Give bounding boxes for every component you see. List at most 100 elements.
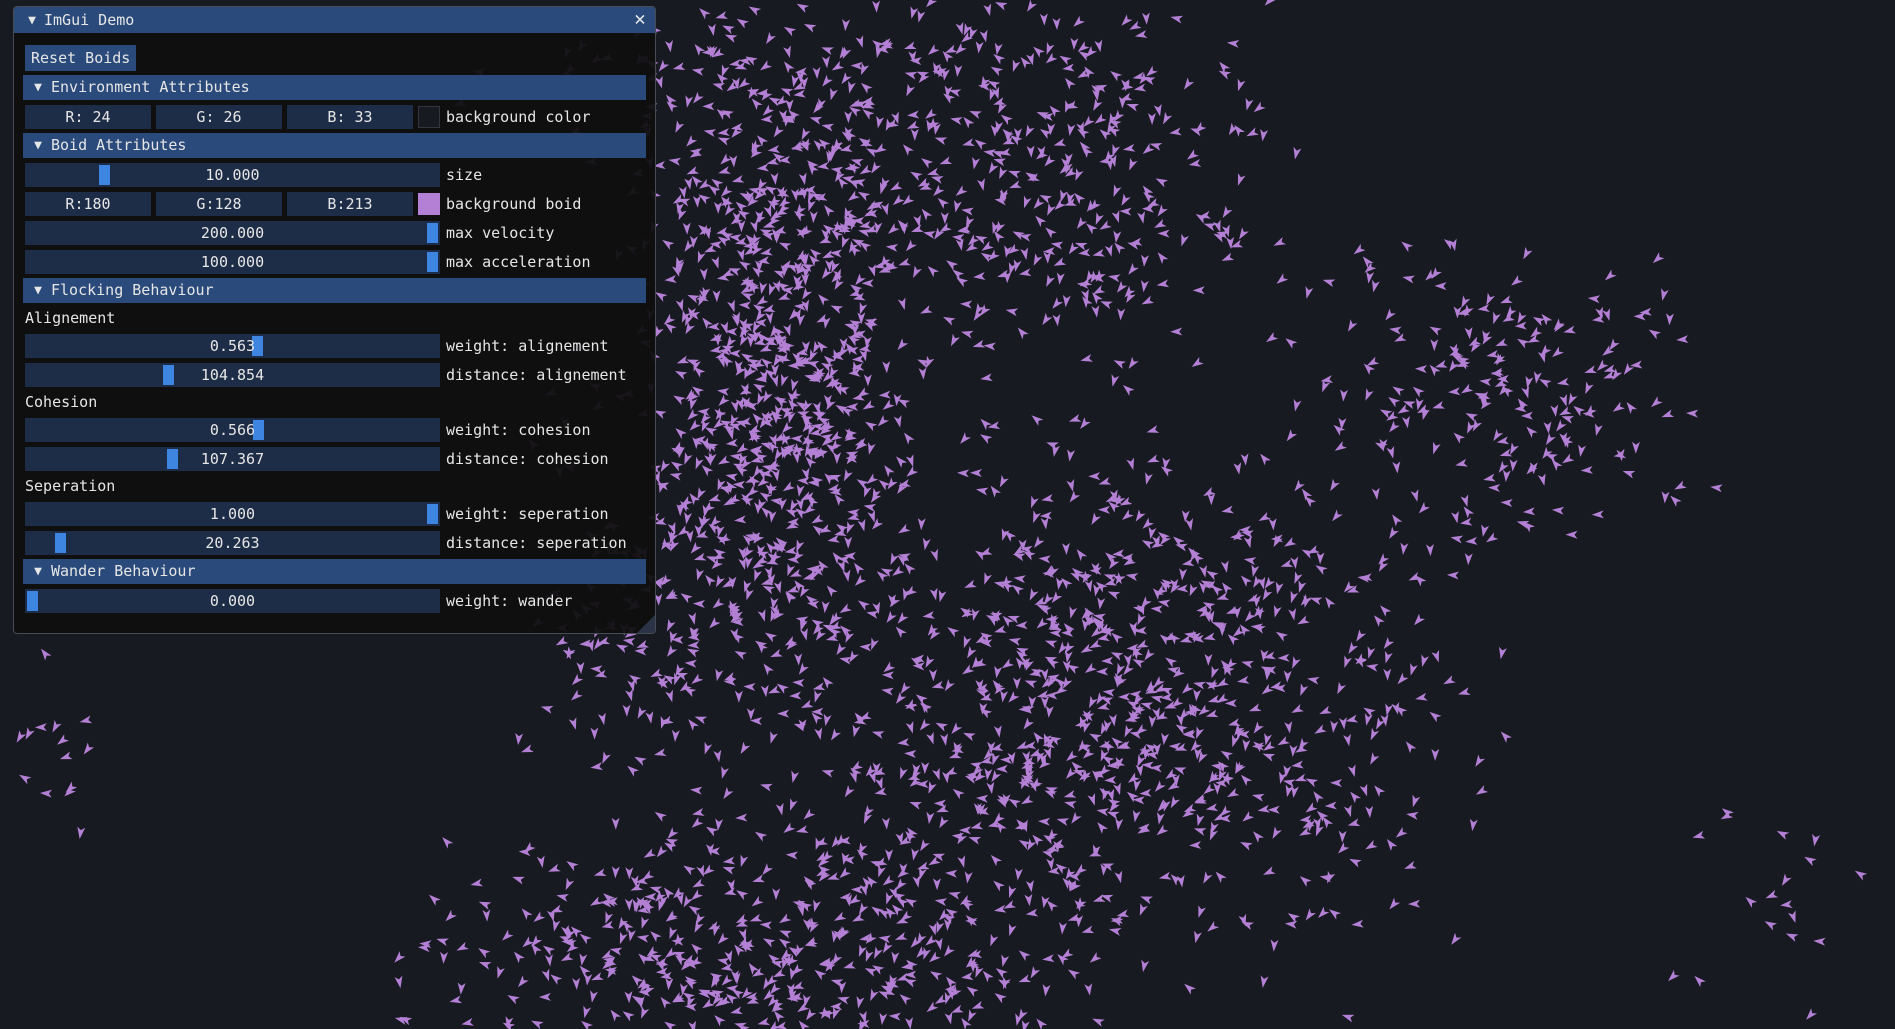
boid-r-field[interactable]: R:180 xyxy=(25,191,151,216)
boid xyxy=(605,911,614,924)
weight-cohesion-slider[interactable]: 0.566 xyxy=(25,417,440,442)
max-velocity-slider[interactable]: 200.000 xyxy=(25,220,440,245)
boid xyxy=(1108,713,1117,727)
boid xyxy=(1373,615,1385,627)
env-color-swatch[interactable] xyxy=(418,105,440,128)
weight-wander-slider[interactable]: 0.000 xyxy=(25,588,440,613)
boid xyxy=(821,123,835,132)
boid xyxy=(721,766,729,779)
boid xyxy=(1226,236,1235,250)
boid xyxy=(1545,432,1556,446)
boid xyxy=(1029,588,1039,601)
boid xyxy=(1122,143,1136,152)
max-acceleration-slider[interactable]: 100.000 xyxy=(25,249,440,274)
boid xyxy=(764,632,778,643)
env-g-field[interactable]: G: 26 xyxy=(156,104,282,129)
boid xyxy=(436,938,449,947)
env-b-field[interactable]: B: 33 xyxy=(287,104,413,129)
boid xyxy=(1111,374,1120,387)
boid xyxy=(702,102,715,111)
boid xyxy=(943,316,956,326)
boid xyxy=(1459,517,1473,526)
boid xyxy=(703,129,717,138)
boid xyxy=(994,625,1007,633)
boid xyxy=(1133,83,1147,92)
boid-b-field[interactable]: B:213 xyxy=(287,191,413,216)
distance-alignment-slider[interactable]: 104.854 xyxy=(25,362,440,387)
section-flocking-behaviour[interactable]: ▼ Flocking Behaviour xyxy=(23,278,646,303)
boid xyxy=(970,821,984,830)
boid xyxy=(882,940,893,954)
boid xyxy=(929,669,938,682)
boid xyxy=(972,339,986,348)
boid xyxy=(775,802,784,816)
boid xyxy=(1045,52,1058,64)
boid xyxy=(782,481,796,492)
boid xyxy=(871,731,885,739)
distance-separation-label: distance: seperation xyxy=(446,533,627,552)
boid xyxy=(856,996,865,1009)
boid xyxy=(1349,858,1362,868)
boid xyxy=(1156,824,1169,836)
boid xyxy=(718,394,730,407)
size-slider[interactable]: 10.000 xyxy=(25,162,440,187)
boid xyxy=(1242,810,1255,822)
boid xyxy=(1025,879,1034,893)
boid xyxy=(897,738,910,746)
boid xyxy=(1365,805,1374,819)
close-icon[interactable]: ✕ xyxy=(629,8,651,30)
section-environment-attributes[interactable]: ▼ Environment Attributes xyxy=(23,75,646,100)
distance-cohesion-slider[interactable]: 107.367 xyxy=(25,446,440,471)
boid xyxy=(1710,484,1723,493)
weight-alignment-label: weight: alignement xyxy=(446,336,609,355)
boid xyxy=(861,279,874,288)
boid xyxy=(971,1000,985,1009)
boid xyxy=(906,465,919,477)
boid xyxy=(1294,773,1308,782)
boid xyxy=(1314,724,1327,734)
boid xyxy=(721,974,733,986)
boid xyxy=(1089,952,1102,963)
boid xyxy=(1517,338,1530,349)
slider-value: 0.563 xyxy=(209,336,256,355)
weight-separation-slider[interactable]: 1.000 xyxy=(25,501,440,526)
boid xyxy=(654,75,663,89)
boid xyxy=(1157,204,1168,217)
boid xyxy=(720,153,732,165)
boid xyxy=(688,905,701,916)
weight-wander-label: weight: wander xyxy=(446,591,573,610)
resize-grip[interactable] xyxy=(637,615,655,633)
imgui-demo-window[interactable]: ▼ ImGui Demo ✕ Reset Boids ▼ Environment… xyxy=(13,6,656,634)
boid xyxy=(1175,543,1188,552)
boid xyxy=(1351,919,1364,928)
boid xyxy=(704,741,713,755)
boid xyxy=(933,799,946,808)
boid xyxy=(791,770,800,784)
distance-separation-slider[interactable]: 20.263 xyxy=(25,530,440,555)
boid xyxy=(752,874,765,883)
weight-alignment-slider[interactable]: 0.563 xyxy=(25,333,440,358)
boid xyxy=(770,648,783,658)
boid xyxy=(697,250,706,264)
reset-boids-button[interactable]: Reset Boids xyxy=(25,45,137,71)
boid xyxy=(863,504,877,512)
boid xyxy=(778,242,792,251)
boid xyxy=(1292,656,1301,669)
boid xyxy=(830,166,844,175)
env-r-field[interactable]: R: 24 xyxy=(25,104,151,129)
window-titlebar[interactable]: ▼ ImGui Demo ✕ xyxy=(14,7,655,33)
boid xyxy=(954,199,962,213)
section-title: Environment Attributes xyxy=(51,78,250,96)
boid xyxy=(1277,653,1290,662)
boid-color-swatch[interactable] xyxy=(418,192,440,215)
boid xyxy=(865,949,874,962)
boid xyxy=(781,373,789,387)
boid xyxy=(1044,154,1056,167)
boid xyxy=(688,612,696,625)
section-wander-behaviour[interactable]: ▼ Wander Behaviour xyxy=(23,559,646,584)
triangle-down-icon[interactable]: ▼ xyxy=(20,13,44,28)
boid xyxy=(1370,752,1380,765)
boid-g-field[interactable]: G:128 xyxy=(156,191,282,216)
slider-value: 100.000 xyxy=(200,252,265,271)
section-boid-attributes[interactable]: ▼ Boid Attributes xyxy=(23,133,646,158)
